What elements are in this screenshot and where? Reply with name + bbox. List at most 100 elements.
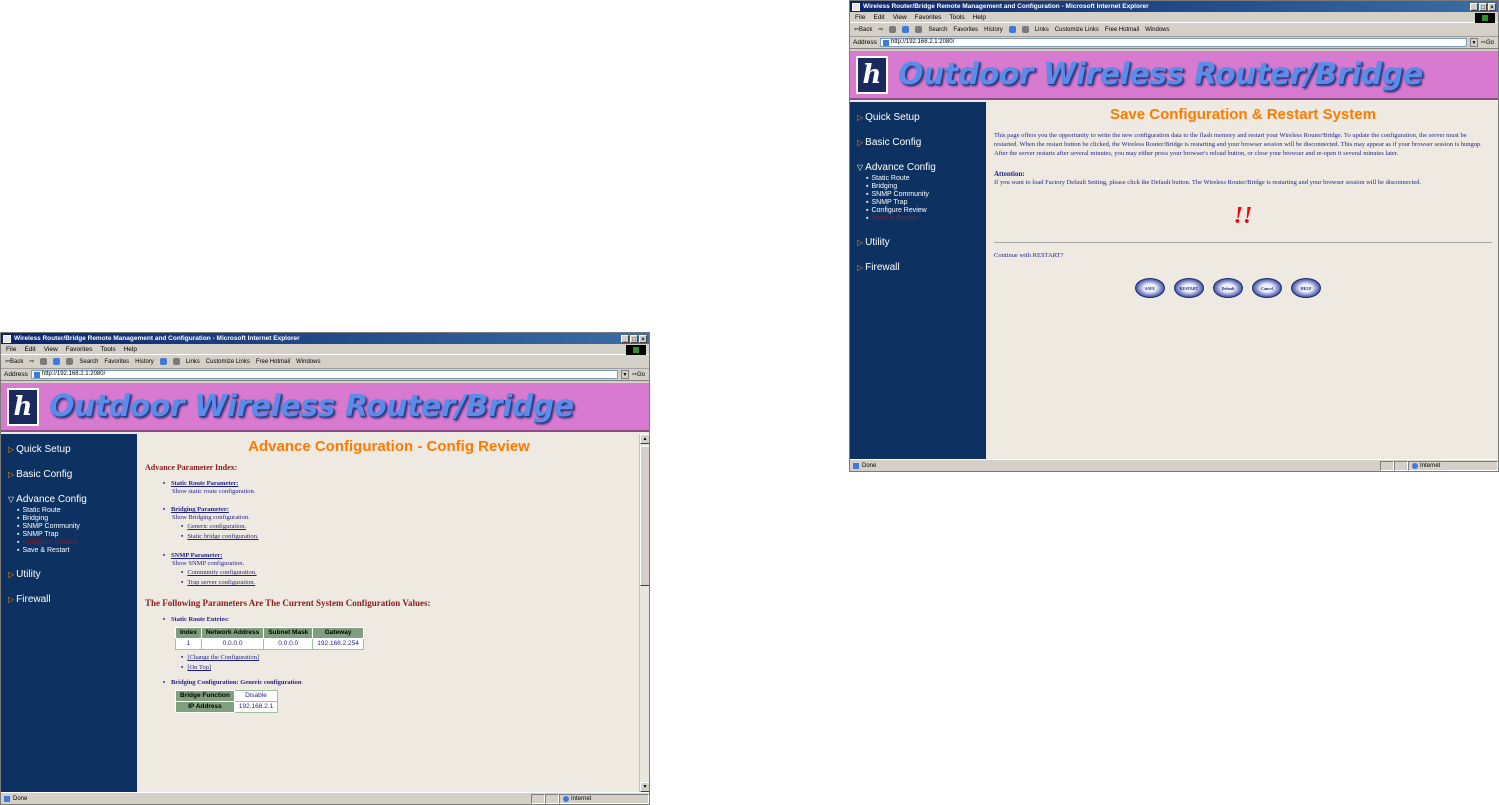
print-icon[interactable]: [1021, 26, 1029, 33]
nav-basic-config[interactable]: ▷ Basic Config: [8, 469, 137, 480]
save-button[interactable]: SAVE: [1135, 278, 1165, 298]
refresh-icon[interactable]: [53, 358, 61, 365]
menu-view[interactable]: View: [44, 346, 58, 353]
scroll-down-button[interactable]: ▼: [640, 782, 649, 792]
link-customize[interactable]: Customize Links: [1055, 27, 1099, 33]
index-heading: Advance Parameter Index:: [145, 463, 238, 472]
globe-icon: [563, 795, 569, 802]
forward-button[interactable]: ⇨: [878, 26, 883, 33]
history-button[interactable]: History: [135, 359, 154, 365]
restart-button[interactable]: RESTART: [1174, 278, 1204, 298]
change-config-link[interactable]: [Change the Configuration]: [187, 654, 259, 661]
menu-edit[interactable]: Edit: [873, 14, 884, 21]
link-windows[interactable]: Windows: [296, 359, 320, 365]
back-button[interactable]: ⇦Back: [854, 26, 872, 33]
on-top-link[interactable]: [On Top]: [187, 664, 211, 671]
address-dropdown-button[interactable]: ▼: [1469, 38, 1478, 47]
bridging-link[interactable]: Bridging Parameter:: [171, 506, 229, 513]
nav-basic-config[interactable]: ▷ Basic Config: [857, 137, 986, 148]
menu-help[interactable]: Help: [973, 14, 986, 21]
table-row: Bridge Function Disable: [175, 690, 279, 702]
minimize-button[interactable]: _: [1470, 2, 1478, 11]
community-config-link[interactable]: Community configuration.: [187, 569, 256, 576]
close-button[interactable]: ×: [639, 334, 647, 343]
nav-advance-config[interactable]: ▽ Advance Config: [8, 494, 137, 505]
nav-configure-review[interactable]: Configure Review: [866, 207, 986, 215]
nav-quick-setup[interactable]: ▷ Quick Setup: [8, 444, 137, 455]
brand-logo: h: [7, 387, 39, 426]
scroll-thumb[interactable]: [640, 446, 649, 586]
menu-tools[interactable]: Tools: [949, 14, 964, 21]
list-item: SNMP Parameter: Show SNMP configuration.…: [163, 552, 633, 588]
address-input[interactable]: http://192.168.2.1:2080/: [30, 370, 618, 379]
table-header: Network Address: [200, 627, 265, 639]
nav-snmp-community[interactable]: SNMP Community: [17, 523, 137, 531]
nav-advance-config[interactable]: ▽ Advance Config: [857, 162, 986, 173]
menu-favorites[interactable]: Favorites: [915, 14, 942, 21]
home-icon[interactable]: [915, 26, 923, 33]
menu-edit[interactable]: Edit: [24, 346, 35, 353]
menu-tools[interactable]: Tools: [100, 346, 115, 353]
go-button[interactable]: ⇨Go: [1481, 39, 1494, 46]
favorites-button[interactable]: Favorites: [953, 27, 978, 33]
nav-quick-setup[interactable]: ▷ Quick Setup: [857, 112, 986, 123]
link-hotmail[interactable]: Free Hotmail: [256, 359, 290, 365]
default-button[interactable]: Default: [1213, 278, 1243, 298]
security-zone: Internet: [559, 793, 649, 804]
go-button[interactable]: ⇨Go: [632, 371, 645, 378]
vertical-scrollbar[interactable]: ▲ ▼: [639, 434, 649, 792]
menu-file[interactable]: File: [855, 14, 865, 21]
nav-snmp-trap[interactable]: SNMP Trap: [17, 531, 137, 539]
nav-save-restart[interactable]: Save & Restart: [866, 215, 986, 223]
status-bar: Done Internet: [850, 459, 1498, 471]
snmp-link[interactable]: SNMP Parameter:: [171, 552, 222, 559]
menu-favorites[interactable]: Favorites: [66, 346, 93, 353]
tool-bar: ⇦Back ⇨ Search Favorites History Links C…: [850, 23, 1498, 37]
maximize-button[interactable]: □: [630, 334, 638, 343]
forward-button[interactable]: ⇨: [29, 358, 34, 365]
link-windows[interactable]: Windows: [1145, 27, 1169, 33]
address-dropdown-button[interactable]: ▼: [620, 370, 629, 379]
nav-bridging[interactable]: Bridging: [866, 183, 986, 191]
static-bridge-link[interactable]: Static bridge configuration.: [187, 533, 258, 540]
mail-icon[interactable]: [159, 358, 167, 365]
nav-configure-review[interactable]: Configure Review: [17, 539, 137, 547]
nav-bridging[interactable]: Bridging: [17, 515, 137, 523]
print-icon[interactable]: [172, 358, 180, 365]
minimize-button[interactable]: _: [621, 334, 629, 343]
cancel-button[interactable]: Cancel: [1252, 278, 1282, 298]
search-button[interactable]: Search: [79, 359, 98, 365]
link-customize[interactable]: Customize Links: [206, 359, 250, 365]
mail-icon[interactable]: [1008, 26, 1016, 33]
stop-icon[interactable]: [40, 358, 48, 365]
nav-snmp-trap[interactable]: SNMP Trap: [866, 199, 986, 207]
address-input[interactable]: http://192.168.2.1:2080/: [879, 38, 1467, 47]
static-route-link[interactable]: Static Route Parameter:: [171, 480, 239, 487]
menu-file[interactable]: File: [6, 346, 16, 353]
stop-icon[interactable]: [889, 26, 897, 33]
nav-snmp-community[interactable]: SNMP Community: [866, 191, 986, 199]
maximize-button[interactable]: □: [1479, 2, 1487, 11]
link-hotmail[interactable]: Free Hotmail: [1105, 27, 1139, 33]
nav-static-route[interactable]: Static Route: [17, 507, 137, 515]
favorites-button[interactable]: Favorites: [104, 359, 129, 365]
nav-save-restart[interactable]: Save & Restart: [17, 547, 137, 555]
menu-view[interactable]: View: [893, 14, 907, 21]
history-button[interactable]: History: [984, 27, 1003, 33]
nav-utility[interactable]: ▷ Utility: [8, 569, 137, 580]
nav-static-route[interactable]: Static Route: [866, 175, 986, 183]
home-icon[interactable]: [66, 358, 74, 365]
menu-help[interactable]: Help: [124, 346, 137, 353]
help-button[interactable]: HELP: [1291, 278, 1321, 298]
generic-config-link[interactable]: Generic configuration.: [187, 523, 246, 530]
nav-firewall[interactable]: ▷ Firewall: [857, 262, 986, 273]
scroll-up-button[interactable]: ▲: [640, 434, 649, 444]
search-button[interactable]: Search: [928, 27, 947, 33]
refresh-icon[interactable]: [902, 26, 910, 33]
banner-title: Outdoor Wireless Router/Bridge: [898, 57, 1423, 92]
nav-utility[interactable]: ▷ Utility: [857, 237, 986, 248]
nav-firewall[interactable]: ▷ Firewall: [8, 594, 137, 605]
back-button[interactable]: ⇦Back: [5, 358, 23, 365]
trap-server-link[interactable]: Trap server configuration.: [187, 579, 255, 586]
close-button[interactable]: ×: [1488, 2, 1496, 11]
